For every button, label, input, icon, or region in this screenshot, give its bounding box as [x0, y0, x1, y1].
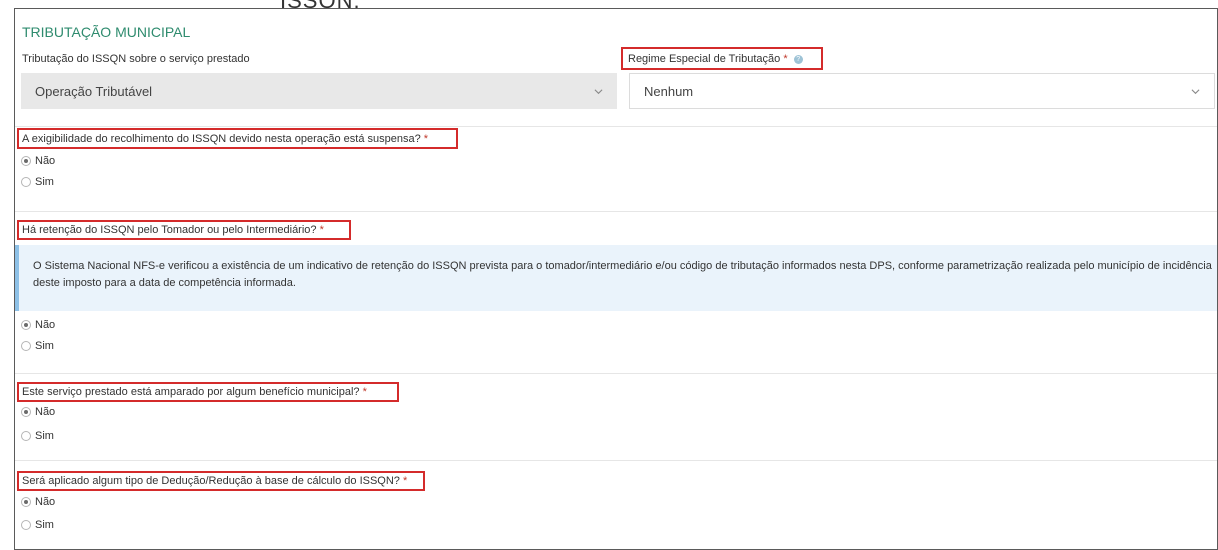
question-2-label: Há retenção do ISSQN pelo Tomador ou pel…: [22, 224, 317, 236]
radio-label: Sim: [35, 430, 54, 442]
regime-label: Regime Especial de Tributação: [628, 53, 781, 65]
help-icon[interactable]: ?: [793, 54, 803, 64]
radio-label: Não: [35, 155, 56, 167]
tributacao-select[interactable]: Operação Tributável: [21, 73, 617, 109]
radio-option-sim[interactable]: Sim: [21, 340, 54, 352]
radio-label: Sim: [35, 519, 54, 531]
required-marker: *: [319, 224, 324, 236]
info-text: O Sistema Nacional NFS-e verificou a exi…: [33, 260, 1212, 289]
radio-label: Não: [35, 319, 56, 331]
question-3-label-wrap: Este serviço prestado está amparado por …: [22, 386, 367, 398]
question-1-label: A exigibilidade do recolhimento do ISSQN…: [22, 133, 421, 145]
section-title: TRIBUTAÇÃO MUNICIPAL: [22, 24, 191, 40]
radio-button[interactable]: [21, 341, 31, 351]
question-1-label-wrap: A exigibilidade do recolhimento do ISSQN…: [22, 133, 428, 145]
required-marker: *: [402, 475, 408, 487]
required-marker: *: [423, 133, 429, 145]
radio-option-sim[interactable]: Sim: [21, 176, 54, 188]
tributacao-municipal-panel: TRIBUTAÇÃO MUNICIPAL Tributação do ISSQN…: [14, 8, 1218, 550]
regime-select[interactable]: Nenhum: [629, 73, 1215, 109]
question-4-label-wrap: Será aplicado algum tipo de Dedução/Redu…: [22, 475, 407, 487]
radio-option-nao[interactable]: Não: [21, 406, 55, 418]
radio-button-checked[interactable]: [21, 497, 31, 507]
radio-option-sim[interactable]: Sim: [21, 519, 54, 531]
required-marker: *: [783, 53, 788, 65]
radio-button[interactable]: [21, 177, 31, 187]
radio-button-checked[interactable]: [21, 320, 31, 330]
question-4-label: Será aplicado algum tipo de Dedução/Redu…: [22, 475, 400, 487]
divider: [15, 126, 1217, 127]
radio-button[interactable]: [21, 431, 31, 441]
radio-label: Não: [35, 406, 56, 418]
question-2-label-wrap: Há retenção do ISSQN pelo Tomador ou pel…: [22, 224, 324, 236]
radio-label: Não: [35, 496, 56, 508]
question-3-label: Este serviço prestado está amparado por …: [22, 386, 360, 398]
radio-button-checked[interactable]: [21, 156, 31, 166]
radio-button-checked[interactable]: [21, 407, 31, 417]
radio-option-nao[interactable]: Não: [21, 319, 55, 331]
tributacao-value: Operação Tributável: [35, 83, 153, 99]
radio-label: Sim: [35, 340, 54, 352]
divider: [15, 373, 1217, 374]
regime-label-wrap: Regime Especial de Tributação * ?: [628, 53, 803, 65]
divider: [15, 460, 1217, 461]
required-marker: *: [362, 386, 367, 398]
tributacao-label: Tributação do ISSQN sobre o serviço pres…: [22, 53, 250, 65]
regime-value: Nenhum: [644, 83, 694, 99]
radio-option-sim[interactable]: Sim: [21, 430, 54, 442]
chevron-down-icon: [1191, 88, 1200, 94]
divider: [15, 211, 1217, 212]
radio-label: Sim: [35, 176, 54, 188]
radio-option-nao[interactable]: Não: [21, 496, 55, 508]
chevron-down-icon: [594, 88, 603, 94]
info-box: O Sistema Nacional NFS-e verificou a exi…: [15, 245, 1217, 311]
radio-option-nao[interactable]: Não: [21, 155, 55, 167]
radio-button[interactable]: [21, 520, 31, 530]
